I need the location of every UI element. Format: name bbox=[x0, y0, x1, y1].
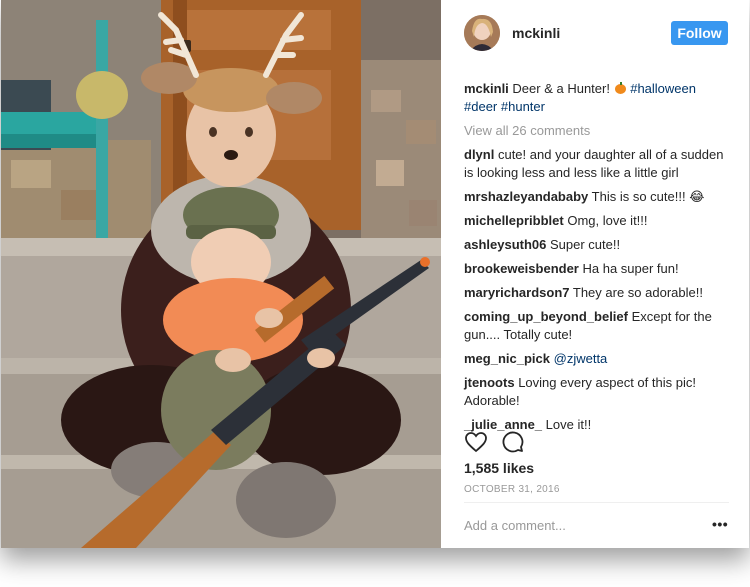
view-all-comments-link[interactable]: View all 26 comments bbox=[464, 122, 732, 140]
comment-item: dlynl cute! and your daughter all of a s… bbox=[464, 146, 732, 182]
pumpkin-emoji-icon bbox=[614, 82, 626, 94]
caption: mckinli Deer & a Hunter! #halloween #dee… bbox=[464, 80, 732, 116]
comment-username[interactable]: michellepribblet bbox=[464, 213, 564, 228]
likes-count[interactable]: 1,585 likes bbox=[464, 460, 534, 476]
comment-item: mrshazleyandababy This is so cute!!! 😂 bbox=[464, 188, 732, 206]
more-options-icon[interactable]: ••• bbox=[712, 516, 728, 532]
comment-item: ashleysuth06 Super cute!! bbox=[464, 236, 732, 254]
comment-username[interactable]: ashleysuth06 bbox=[464, 237, 546, 252]
comment-icon[interactable] bbox=[501, 430, 525, 454]
heart-icon[interactable] bbox=[464, 430, 488, 454]
comment-text: They are so adorable!! bbox=[572, 285, 703, 300]
comment-item: maryrichardson7 They are so adorable!! bbox=[464, 284, 732, 302]
comment-item: jtenoots Loving every aspect of this pic… bbox=[464, 374, 732, 410]
comment-username[interactable]: maryrichardson7 bbox=[464, 285, 570, 300]
follow-button[interactable]: Follow bbox=[671, 21, 728, 45]
comment-username[interactable]: mrshazleyandababy bbox=[464, 189, 588, 204]
post-header: mckinli Follow bbox=[442, 0, 749, 66]
avatar[interactable] bbox=[464, 15, 500, 51]
hashtag-halloween[interactable]: #halloween bbox=[630, 81, 696, 96]
comment-username[interactable]: jtenoots bbox=[464, 375, 515, 390]
comment-item: brookeweisbender Ha ha super fun! bbox=[464, 260, 732, 278]
comment-text: Omg, love it!!! bbox=[567, 213, 648, 228]
comment-text: This is so cute!!! 😂 bbox=[591, 189, 705, 204]
header-username[interactable]: mckinli bbox=[512, 25, 560, 41]
action-bar bbox=[464, 430, 734, 456]
comment-item: meg_nic_pick @zjwetta bbox=[464, 350, 732, 368]
instagram-post-card: mckinli Follow mckinli Deer & a Hunter! … bbox=[1, 0, 749, 548]
comment-text: Ha ha super fun! bbox=[582, 261, 679, 276]
comments-section: mckinli Deer & a Hunter! #halloween #dee… bbox=[464, 80, 732, 440]
hashtag-hunter[interactable]: #hunter bbox=[501, 99, 545, 114]
comment-text: cute! and your daughter all of a sudden … bbox=[464, 147, 724, 180]
comment-mention[interactable]: @zjwetta bbox=[554, 351, 608, 366]
comment-item: coming_up_beyond_belief Except for the g… bbox=[464, 308, 732, 344]
caption-text: Deer & a Hunter! bbox=[512, 81, 610, 96]
add-comment-input[interactable]: Add a comment... bbox=[464, 518, 566, 533]
post-photo bbox=[1, 0, 441, 548]
comment-item: michellepribblet Omg, love it!!! bbox=[464, 212, 732, 230]
divider bbox=[464, 502, 729, 503]
comment-username[interactable]: meg_nic_pick bbox=[464, 351, 550, 366]
hashtag-deer[interactable]: #deer bbox=[464, 99, 497, 114]
comment-text: Super cute!! bbox=[550, 237, 621, 252]
post-date: OCTOBER 31, 2016 bbox=[464, 484, 560, 495]
post-sidebar: mckinli Follow mckinli Deer & a Hunter! … bbox=[442, 0, 749, 548]
comment-username[interactable]: coming_up_beyond_belief bbox=[464, 309, 628, 324]
comment-username[interactable]: brookeweisbender bbox=[464, 261, 579, 276]
caption-username[interactable]: mckinli bbox=[464, 81, 509, 96]
comment-username[interactable]: dlynl bbox=[464, 147, 494, 162]
avatar-image bbox=[464, 15, 500, 51]
